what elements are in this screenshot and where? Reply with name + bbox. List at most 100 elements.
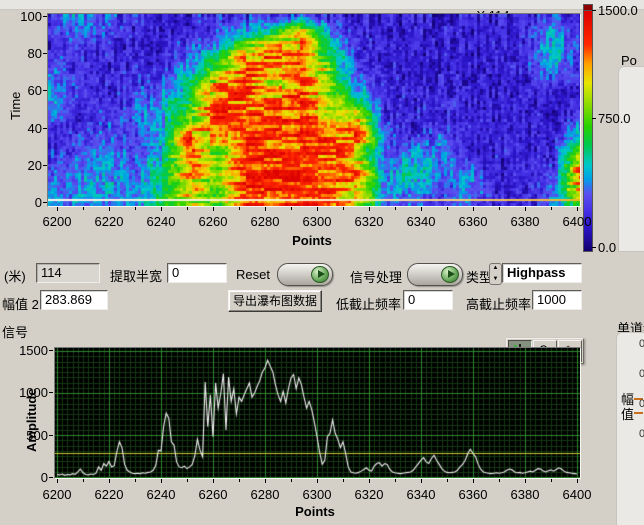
colorbar-tick-label: 0.0 [598, 240, 616, 255]
y-tick-mark [43, 53, 47, 54]
x-minor-tick-mark [135, 207, 136, 210]
x-tick-mark [109, 479, 110, 483]
x-tick-label: 6200 [43, 214, 72, 229]
x-tick-mark [161, 207, 162, 211]
y-tick-mark [43, 165, 47, 166]
waterfall-intensity-plot[interactable] [48, 14, 580, 206]
x-tick-mark [421, 479, 422, 483]
x-tick-mark [369, 207, 370, 211]
low-cutoff-input[interactable] [403, 290, 453, 310]
bottom-chart-x-axis-title: Points [295, 504, 335, 519]
x-tick-mark [473, 207, 474, 211]
x-minor-tick-mark [395, 479, 396, 482]
amp2-label: 幅值 2 [2, 294, 39, 313]
x-tick-mark [577, 479, 578, 483]
x-tick-label: 6320 [355, 487, 384, 502]
x-minor-tick-mark [291, 479, 292, 482]
export-waterfall-button[interactable]: 导出瀑布图数据 [228, 290, 322, 312]
colorbar-tick-mark [592, 118, 596, 119]
x-minor-tick-mark [551, 479, 552, 482]
spinner-up-icon[interactable]: ▲ [493, 264, 499, 273]
x-minor-tick-mark [395, 207, 396, 210]
high-cutoff-label: 高截止频率 [466, 294, 531, 313]
y-tick-label: 0 [12, 195, 42, 210]
x-tick-mark [421, 207, 422, 211]
meter-label: (米) [4, 266, 26, 285]
x-tick-label: 6400 [563, 487, 592, 502]
signal-process-toggle-button[interactable] [407, 263, 463, 286]
y-tick-mark [49, 477, 53, 478]
y-tick-mark [43, 16, 47, 17]
x-minor-tick-mark [447, 479, 448, 482]
x-tick-label: 6380 [511, 487, 540, 502]
signal-process-arrow-icon [448, 270, 455, 278]
y-tick-label: 100 [12, 9, 42, 24]
spinner-down-icon[interactable]: ▼ [493, 275, 499, 284]
top-chart-x-axis-title: Points [292, 233, 332, 248]
cutoff-zero-label: 0 [639, 368, 644, 380]
y-tick-mark [43, 128, 47, 129]
y-tick-mark [43, 90, 47, 91]
y-tick-label: 20 [12, 158, 42, 173]
top-strip [0, 0, 644, 10]
x-minor-tick-mark [291, 207, 292, 210]
x-tick-label: 6300 [303, 487, 332, 502]
x-minor-tick-mark [499, 207, 500, 210]
x-tick-mark [57, 207, 58, 211]
x-minor-tick-mark [187, 207, 188, 210]
x-tick-label: 6240 [147, 487, 176, 502]
y-tick-mark [49, 392, 53, 393]
labview-front-panel: X:114 Time Points Po (米) 114 提取半宽 Reset … [0, 0, 644, 525]
y-tick-mark [49, 350, 53, 351]
x-tick-label: 6400 [563, 214, 592, 229]
x-minor-tick-mark [343, 479, 344, 482]
waterfall-plot-frame [47, 13, 581, 207]
cutoff-zero-label: 0 [639, 398, 644, 410]
x-tick-label: 6220 [95, 214, 124, 229]
y-tick-label: 1500 [14, 343, 48, 358]
x-tick-mark [473, 479, 474, 483]
x-tick-mark [265, 207, 266, 211]
x-tick-label: 6340 [407, 214, 436, 229]
reset-arrow-icon [318, 270, 325, 278]
x-tick-mark [161, 479, 162, 483]
y-tick-label: 0 [14, 470, 48, 485]
x-tick-mark [109, 207, 110, 211]
y-tick-label: 1000 [14, 385, 48, 400]
x-tick-label: 6360 [459, 214, 488, 229]
x-tick-mark [265, 479, 266, 483]
x-tick-label: 6200 [43, 487, 72, 502]
cutoff-zero-label: 0 [639, 338, 644, 350]
x-minor-tick-mark [239, 479, 240, 482]
x-minor-tick-mark [239, 207, 240, 210]
x-tick-mark [317, 479, 318, 483]
reset-toggle-button[interactable] [277, 263, 333, 286]
x-tick-label: 6280 [251, 214, 280, 229]
filter-type-combo[interactable] [502, 263, 582, 283]
cutoff-zero-label: 0 [639, 428, 644, 440]
x-tick-label: 6320 [355, 214, 384, 229]
x-minor-tick-mark [187, 479, 188, 482]
amp-label-highlight [634, 412, 643, 414]
signal-waveform-plot[interactable] [55, 348, 580, 478]
colorbar-tick-label: 1500.0 [598, 3, 638, 18]
meter-indicator: 114 [36, 263, 100, 283]
x-minor-tick-mark [83, 479, 84, 482]
right-top-panel [618, 66, 644, 252]
reset-label: Reset [236, 267, 270, 282]
filter-type-spinner[interactable]: ▲▼ [489, 263, 502, 285]
half-width-input[interactable] [167, 263, 227, 283]
signal-section-label: 信号 [2, 322, 28, 341]
high-cutoff-input[interactable] [532, 290, 582, 310]
x-tick-mark [213, 479, 214, 483]
amp-vertical-label: 幅值 [621, 392, 636, 422]
signal-plot-frame [54, 347, 581, 479]
x-tick-mark [525, 207, 526, 211]
low-cutoff-label: 低截止频率 [336, 294, 401, 313]
x-tick-label: 6280 [251, 487, 280, 502]
x-tick-label: 6360 [459, 487, 488, 502]
x-tick-label: 6340 [407, 487, 436, 502]
colorbar-tick-mark [592, 247, 596, 248]
y-tick-label: 500 [14, 428, 48, 443]
x-minor-tick-mark [447, 207, 448, 210]
